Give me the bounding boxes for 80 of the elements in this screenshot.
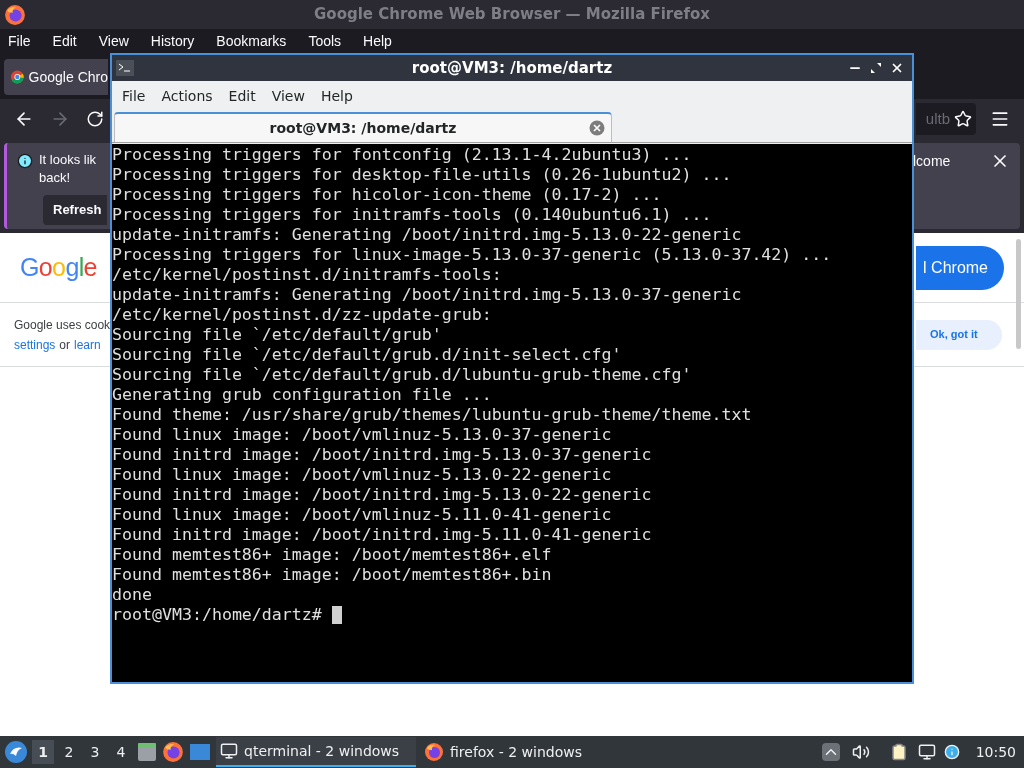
terminal-line: Generating grub configuration file ... [112,385,492,405]
google-logo: Google [20,251,97,283]
firefox-icon [424,742,444,762]
terminal-line: Found initrd image: /boot/initrd.img-5.13.0-37-generic [112,445,652,465]
terminal-line: /etc/kernel/postinst.d/zz-update-grub: [112,305,492,325]
window-title: Google Chrome Web Browser — Mozilla Firefox [313,4,711,26]
clock[interactable]: 10:50 [975,741,1016,763]
firefox-icon [162,741,184,763]
task-button[interactable]: firefox - 2 windows [420,737,620,767]
notification-text: back! [39,169,72,187]
terminal-line: Processing triggers for linux-image-5.13.0-37-generic (5.13.0-37.42) ... [112,245,832,265]
maximize-icon[interactable] [870,62,882,74]
terminal-line: done [112,585,152,605]
settings-link[interactable]: settings [14,334,56,355]
terminal-line: Sourcing file `/etc/default/grub.d/init-select.cfg' [112,345,622,365]
terminal-line: Found linux image: /boot/vmlinuz-5.11.0-41-generic [112,505,612,525]
menu-item[interactable]: Actions [157,85,217,107]
terminal-line: Processing triggers for desktop-file-utils (0.26-1ubuntu2) ... [112,165,732,185]
menu-item[interactable]: Edit [48,30,81,52]
workspace-button[interactable]: 3 [84,740,106,764]
tab-title: Google Chro [28,67,108,87]
menu-item[interactable]: File [4,30,35,52]
menu-item[interactable]: Help [316,85,357,107]
task-button[interactable]: qterminal - 2 windows [216,737,416,767]
terminal-line: update-initramfs: Generating /boot/initrd.img-5.13.0-37-generic [112,285,742,305]
terminal-line: Found memtest86+ image: /boot/memtest86+.elf [112,545,552,565]
clipboard-icon[interactable] [889,743,908,761]
terminal-line: Found initrd image: /boot/initrd.img-5.13.0-22-generic [112,485,652,505]
menu-item[interactable]: Edit [224,85,260,107]
cookie-text: Google uses cook [14,316,111,334]
terminal-output[interactable] [112,144,912,682]
download-button[interactable]: l Chrome [916,245,1004,290]
firefox-icon [4,3,26,26]
terminal-line: Processing triggers for fontconfig (2.13.1-4.2ubuntu3) ... [112,145,692,165]
workspace-button[interactable]: 1 [32,740,54,764]
ok-button[interactable]: Ok, got it [916,319,1002,350]
terminal-line: Sourcing file `/etc/default/grub.d/lubuntu-grub-theme.cfg' [112,365,692,385]
start-menu-icon[interactable] [4,740,28,764]
menu-icon[interactable] [990,109,1010,129]
info-icon [17,153,33,169]
terminal-line: Processing triggers for initramfs-tools (0.140ubuntu6.1) ... [112,205,712,225]
browser-tab[interactable]: Google Chro [4,59,108,95]
terminal-line: Found linux image: /boot/vmlinuz-5.13.0-37-generic [112,425,612,445]
reload-icon[interactable] [86,110,104,128]
notification-text: lcome [913,152,951,171]
bookmark-star-icon[interactable] [954,110,972,128]
menu-item[interactable]: Help [359,30,396,52]
close-tab-icon[interactable] [589,120,605,136]
cursor [331,606,342,624]
cookie-text: or [59,336,71,354]
workspace-button[interactable]: 2 [58,740,80,764]
terminal-line: update-initramfs: Generating /boot/initrd.img-5.13.0-22-generic [112,225,742,245]
chrome-icon [10,69,25,85]
terminal-line: Found memtest86+ image: /boot/memtest86+.bin [112,565,552,585]
terminal-line: Sourcing file `/etc/default/grub' [112,325,442,345]
desktop-icon[interactable] [188,741,212,763]
terminal-line: Found linux image: /boot/vmlinuz-5.13.0-22-generic [112,465,612,485]
terminal-line: Found theme: /usr/share/grub/themes/lubuntu-grub-theme/theme.txt [112,405,752,425]
terminal-line: Processing triggers for hicolor-icon-theme (0.17-2) ... [112,185,662,205]
terminal-line: Found initrd image: /boot/initrd.img-5.11.0-41-generic [112,525,652,545]
menu-item[interactable]: File [118,85,150,107]
scrollbar[interactable] [1016,239,1021,349]
workspace-button[interactable]: 4 [110,740,132,764]
menu-item[interactable]: View [267,85,309,107]
terminal-app-icon [116,60,134,76]
volume-icon[interactable] [851,743,870,761]
menu-item[interactable]: Tools [304,30,346,52]
terminal-tab[interactable]: root@VM3: /home/dartz [114,112,612,142]
learn-more-link[interactable]: learn [74,334,101,355]
menu-item[interactable]: View [94,30,133,52]
terminal-line: /etc/kernel/postinst.d/initramfs-tools: [112,265,502,285]
notification-text: It looks lik [39,151,97,169]
window-title: root@VM3: /home/dartz [410,57,614,79]
file-manager-icon[interactable] [136,741,158,763]
menu-item[interactable]: Bookmarks [212,30,291,52]
refresh-button[interactable]: Refresh [43,195,107,225]
menu-item[interactable]: History [146,30,199,52]
shell-prompt: root@VM3:/home/dartz# [112,605,322,625]
close-icon[interactable] [890,61,904,75]
notification-icon[interactable] [943,744,960,760]
